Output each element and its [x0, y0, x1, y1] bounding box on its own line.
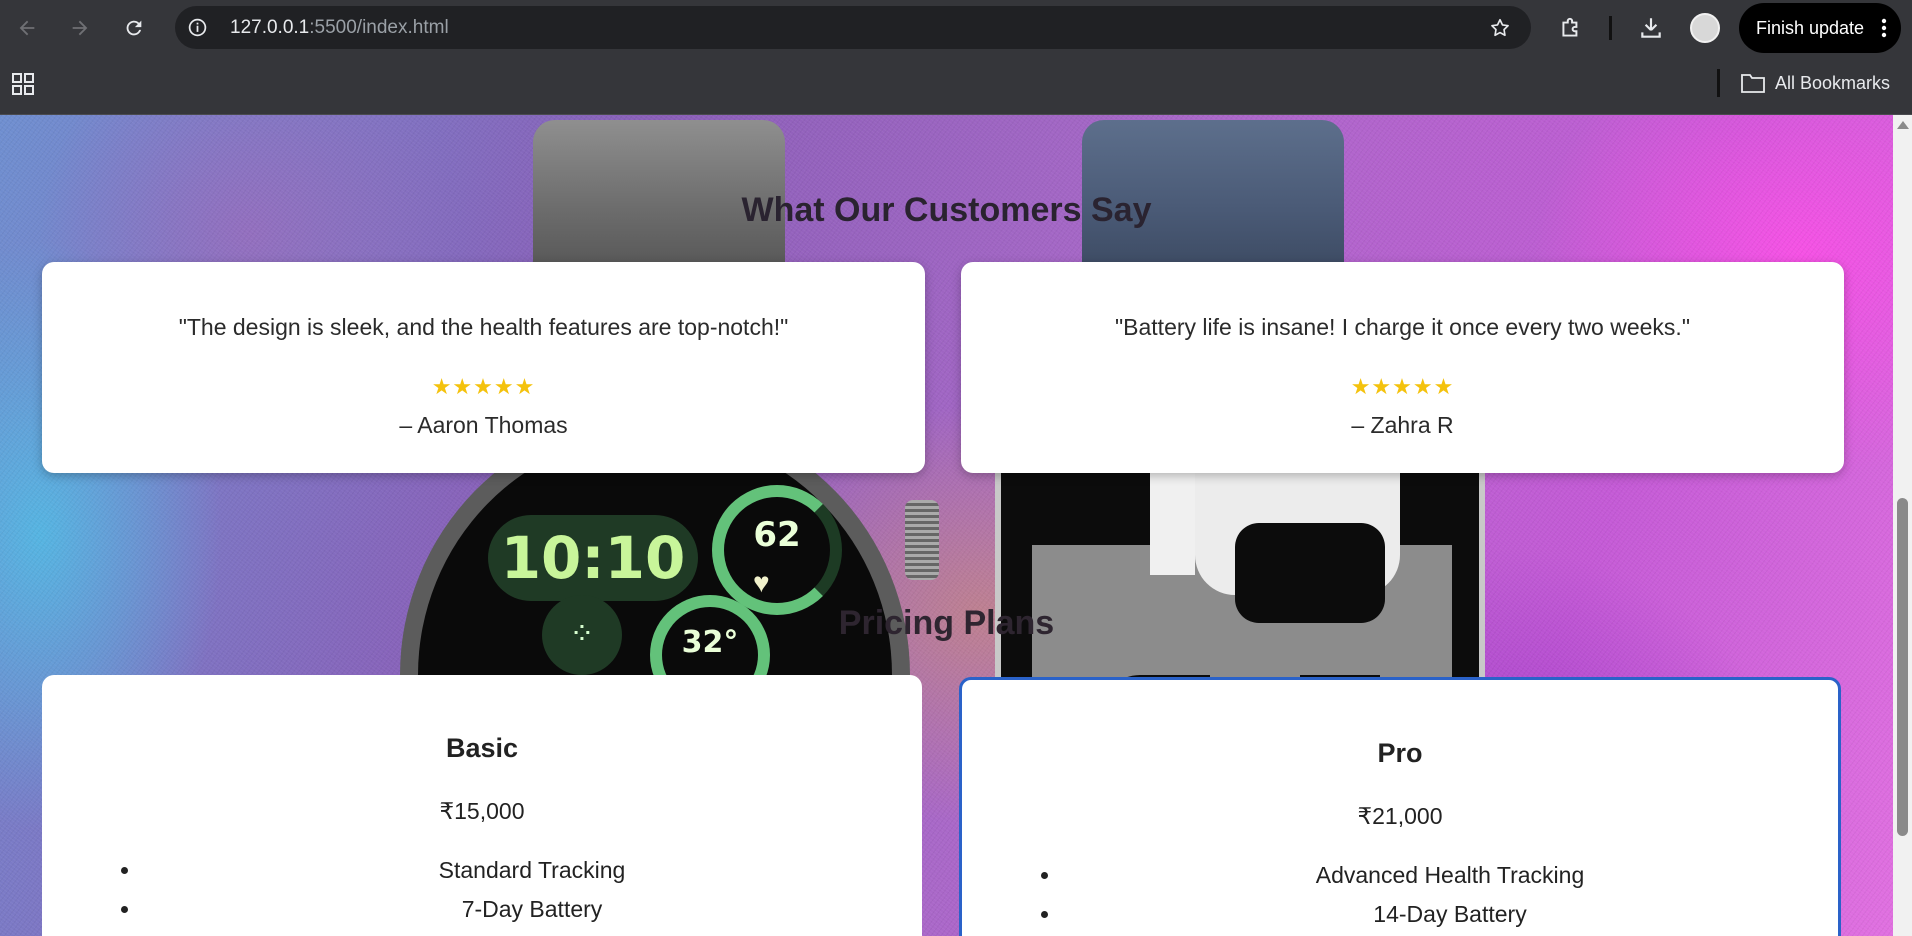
- plan-feature: Advanced Health Tracking: [1062, 856, 1838, 895]
- apps-icon[interactable]: [11, 72, 35, 96]
- extensions-icon: [1562, 17, 1578, 37]
- url-host: 127.0.0.1: [230, 17, 310, 38]
- bookmarks-bar: All Bookmarks: [0, 55, 1912, 115]
- plan-feature: 14-Day Battery: [1062, 895, 1838, 934]
- all-bookmarks-label: All Bookmarks: [1775, 72, 1891, 93]
- back-button[interactable]: [10, 11, 44, 45]
- pricing-title: Pricing Plans: [838, 604, 1055, 642]
- testimonials-title: What Our Customers Say: [741, 191, 1152, 229]
- download-icon: [1641, 18, 1661, 38]
- site-info-icon[interactable]: [187, 17, 208, 38]
- url-text: 127.0.0.1:5500/index.html: [230, 6, 449, 49]
- page-viewport: 10:10 62 ♥ 32° ⁘ What Our Customers Say …: [0, 115, 1893, 936]
- watch-crown: [905, 500, 939, 580]
- extensions-button[interactable]: [1556, 13, 1586, 43]
- watch-time: 10:10: [488, 515, 698, 601]
- folder-icon: [1741, 74, 1765, 93]
- testimonial-author: – Zahra R: [1351, 412, 1454, 438]
- plan-features: Standard Tracking 7-Day Battery: [102, 851, 922, 929]
- more-icon: [1881, 18, 1887, 38]
- plan-name: Basic: [445, 733, 519, 763]
- url-path: :5500/index.html: [309, 17, 449, 38]
- watch-right-face-block: [1150, 455, 1195, 575]
- plan-feature: 7-Day Battery: [142, 890, 922, 929]
- reload-icon: [126, 20, 142, 36]
- bookmarks-divider: [1717, 69, 1720, 97]
- testimonial-card: "Battery life is insane! I charge it onc…: [961, 262, 1844, 473]
- plan-feature: Standard Tracking: [142, 851, 922, 890]
- back-icon: [19, 20, 35, 36]
- profile-avatar[interactable]: [1690, 13, 1720, 43]
- pricing-card-pro[interactable]: Pro ₹21,000 Advanced Health Tracking 14-…: [959, 677, 1841, 936]
- download-button[interactable]: [1636, 13, 1666, 43]
- scroll-up-arrow-icon[interactable]: [1897, 121, 1909, 129]
- plan-features: Advanced Health Tracking 14-Day Battery: [1022, 856, 1838, 934]
- address-bar[interactable]: 127.0.0.1:5500/index.html: [175, 6, 1531, 49]
- testimonial-author: – Aaron Thomas: [399, 412, 568, 438]
- toolbar-divider: [1609, 16, 1612, 40]
- testimonial-quote: "Battery life is insane! I charge it onc…: [1115, 314, 1690, 340]
- all-bookmarks-button[interactable]: All Bookmarks: [1741, 68, 1890, 98]
- plan-name: Pro: [1377, 738, 1423, 768]
- plan-price: ₹21,000: [1357, 803, 1443, 829]
- star-icon[interactable]: [1489, 17, 1511, 39]
- heart-rate-value: 62: [753, 515, 801, 555]
- heart-icon: ♥: [753, 567, 770, 598]
- pricing-card-basic[interactable]: Basic ₹15,000 Standard Tracking 7-Day Ba…: [42, 675, 922, 936]
- scrollbar-thumb[interactable]: [1897, 498, 1908, 836]
- forward-icon: [72, 20, 88, 36]
- testimonial-quote: "The design is sleek, and the health fea…: [178, 314, 789, 340]
- rating-stars: ★★★★★: [1350, 374, 1455, 399]
- plan-price: ₹15,000: [439, 798, 525, 824]
- testimonial-card: "The design is sleek, and the health fea…: [42, 262, 925, 473]
- forward-button[interactable]: [63, 11, 97, 45]
- reload-button[interactable]: [117, 11, 151, 45]
- finish-update-button[interactable]: Finish update: [1739, 3, 1901, 53]
- browser-toolbar: 127.0.0.1:5500/index.html Finish update: [0, 0, 1912, 55]
- page-scrollbar[interactable]: [1893, 115, 1912, 936]
- rating-stars: ★★★★★: [431, 374, 536, 399]
- finish-update-label: Finish update: [1756, 18, 1865, 38]
